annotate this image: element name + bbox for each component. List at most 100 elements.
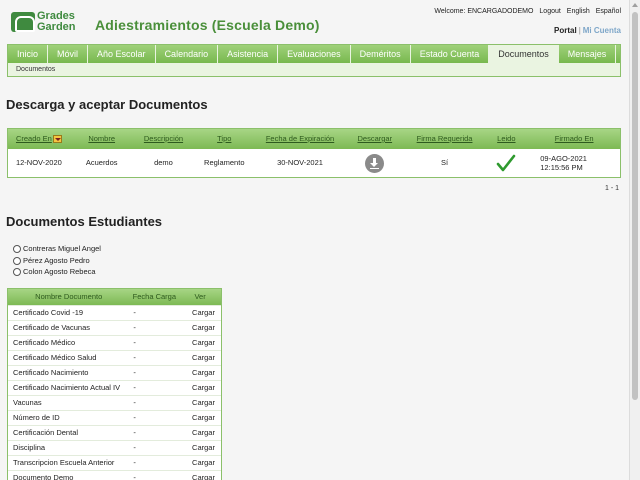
cell-nombre-documento: Número de ID [13,413,60,422]
grades-garden-logo[interactable]: Grades Garden [11,11,83,34]
cell-fecha-carga: - [133,353,136,362]
cell-nombre-documento: Documento Demo [13,473,74,480]
cell-fecha-carga: - [133,338,136,347]
table-row: Certificado Nacimiento Actual IV - Cargar [8,380,221,395]
cargar-link[interactable]: Cargar [179,411,221,425]
check-icon [497,154,516,172]
student-documents-table: Nombre Documento Fecha Carga Ver Certifi… [7,288,222,480]
subnav-documentos[interactable]: Documentos [8,63,620,76]
cell-fecha-carga: - [133,443,136,452]
cell-nombre-documento: Certificado Covid -19 [13,308,84,317]
scrollbar-thumb[interactable] [632,12,638,400]
tab-demeritos[interactable]: Deméritos [351,45,411,63]
cargar-link[interactable]: Cargar [179,426,221,440]
radio-button[interactable] [13,256,21,265]
portal-link[interactable]: Portal [554,26,577,35]
col-nombre[interactable]: Nombre [70,129,134,149]
documents-table: Creado En Nombre Descripción Tipo Fecha … [7,128,621,178]
app-title: Adiestramientos (Escuela Demo) [95,17,320,33]
cell-nombre-documento: Transcripcion Escuela Anterior [13,458,115,467]
tab-ano-escolar[interactable]: Año Escolar [88,45,156,63]
radio-button[interactable] [13,268,21,277]
col-ver: Ver [194,292,206,301]
cargar-link[interactable]: Cargar [179,351,221,365]
cell-leido [484,149,528,177]
table-row: Transcripcion Escuela Anterior - Cargar [8,455,221,470]
cell-nombre-documento: Certificado Nacimiento Actual IV [13,383,121,392]
student-radio[interactable]: Contreras Miguel Angel [13,243,101,255]
english-link[interactable]: English [567,8,590,15]
pager: 1 - 1 [604,185,619,192]
student-documents-rows: Certificado Covid -19- Cargar Certificado … [8,305,221,480]
portal-separator: | [578,26,581,35]
col-firma-requerida[interactable]: Firma Requerida [405,129,485,149]
table-row: Certificado Médico Salud - Cargar [8,350,221,365]
cargar-link[interactable]: Cargar [179,366,221,380]
cell-nombre-documento: Disciplina [13,443,46,452]
col-nombre-documento: Nombre Documento [35,292,103,301]
cell-fecha-carga: - [133,383,136,392]
table-row: Certificado de Vacunas - Cargar [8,320,221,335]
firmado-time: 12:15:56 PM [540,163,583,172]
cell-creado: 12-NOV-2020 [15,158,62,167]
vertical-scrollbar[interactable] [629,0,640,480]
table-row: Certificación Dental - Cargar [8,425,221,440]
table-row: Certificado Nacimiento - Cargar [8,365,221,380]
col-leido[interactable]: Leido [484,129,528,149]
mi-cuenta-link[interactable]: Mi Cuenta [583,26,621,35]
scroll-up-arrow-icon[interactable] [632,3,638,7]
cargar-link[interactable]: Cargar [179,471,221,480]
tab-movil[interactable]: Móvil [48,45,89,63]
table-row: Certificado Médico - Cargar [8,335,221,350]
col-tipo[interactable]: Tipo [193,129,255,149]
cell-fecha-carga: - [133,308,136,317]
firmado-date: 09-AGO-2021 [540,154,587,163]
cell-firmado: 09-AGO-2021 12:15:56 PM [528,149,620,177]
download-icon[interactable] [365,153,385,173]
col-fecha-expiracion[interactable]: Fecha de Expiración [255,129,345,149]
tab-inicio[interactable]: Inicio [8,45,49,63]
tab-estado-cuenta[interactable]: Estado Cuenta [411,45,490,63]
cell-nombre-documento: Certificado Médico Salud [13,353,97,362]
welcome-text: Welcome: ENCARGADODEMO [434,8,534,15]
logout-link[interactable]: Logout [539,8,560,15]
cargar-link[interactable]: Cargar [179,396,221,410]
cell-fecha-carga: - [133,428,136,437]
espanol-link[interactable]: Español [596,8,621,15]
students-section-title: Documentos Estudiantes [6,214,163,229]
cell-nombre-documento: Certificado de Vacunas [13,323,90,332]
sort-desc-icon[interactable] [52,135,62,144]
table-row: 12-NOV-2020 Acuerdos demo Reglamento 30-… [8,149,620,177]
cargar-link[interactable]: Cargar [179,381,221,395]
cell-fecha-carga: - [133,458,136,467]
student-documents-header: Nombre Documento Fecha Carga Ver [8,289,221,305]
cell-fecha-carga: - [133,368,136,377]
cargar-link[interactable]: Cargar [179,456,221,470]
col-creado-en[interactable]: Creado En [8,129,70,149]
student-radio[interactable]: Pérez Agosto Pedro [13,255,101,267]
cell-nombre: Acuerdos [85,158,118,167]
cargar-link[interactable]: Cargar [179,306,221,320]
cell-nombre-documento: Certificación Dental [13,428,79,437]
tab-mensajes[interactable]: Mensajes [559,45,617,63]
cell-expiracion: 30-NOV-2021 [277,158,323,167]
tab-evaluaciones[interactable]: Evaluaciones [278,45,351,63]
tab-calendario[interactable]: Calendario [156,45,219,63]
cell-fecha-carga: - [133,323,136,332]
col-descripcion[interactable]: Descripción [134,129,194,149]
student-radio[interactable]: Colon Agosto Rebeca [13,266,101,278]
portal-links: Portal | Mi Cuenta [554,26,621,35]
tab-documentos[interactable]: Documentos [489,45,559,63]
cargar-link[interactable]: Cargar [179,336,221,350]
col-fecha-carga: Fecha Carga [132,292,176,301]
col-descargar[interactable]: Descargar [345,129,405,149]
cell-fecha-carga: - [133,398,136,407]
table-row: Documento Demo - Cargar [8,470,221,480]
cargar-link[interactable]: Cargar [179,321,221,335]
radio-button[interactable] [13,245,21,254]
table-row: Certificado Covid -19 - Cargar [8,305,221,320]
tab-asistencia[interactable]: Asistencia [218,45,279,63]
cargar-link[interactable]: Cargar [179,441,221,455]
cell-nombre-documento: Vacunas [13,398,42,407]
col-firmado-en[interactable]: Firmado En [528,129,620,149]
